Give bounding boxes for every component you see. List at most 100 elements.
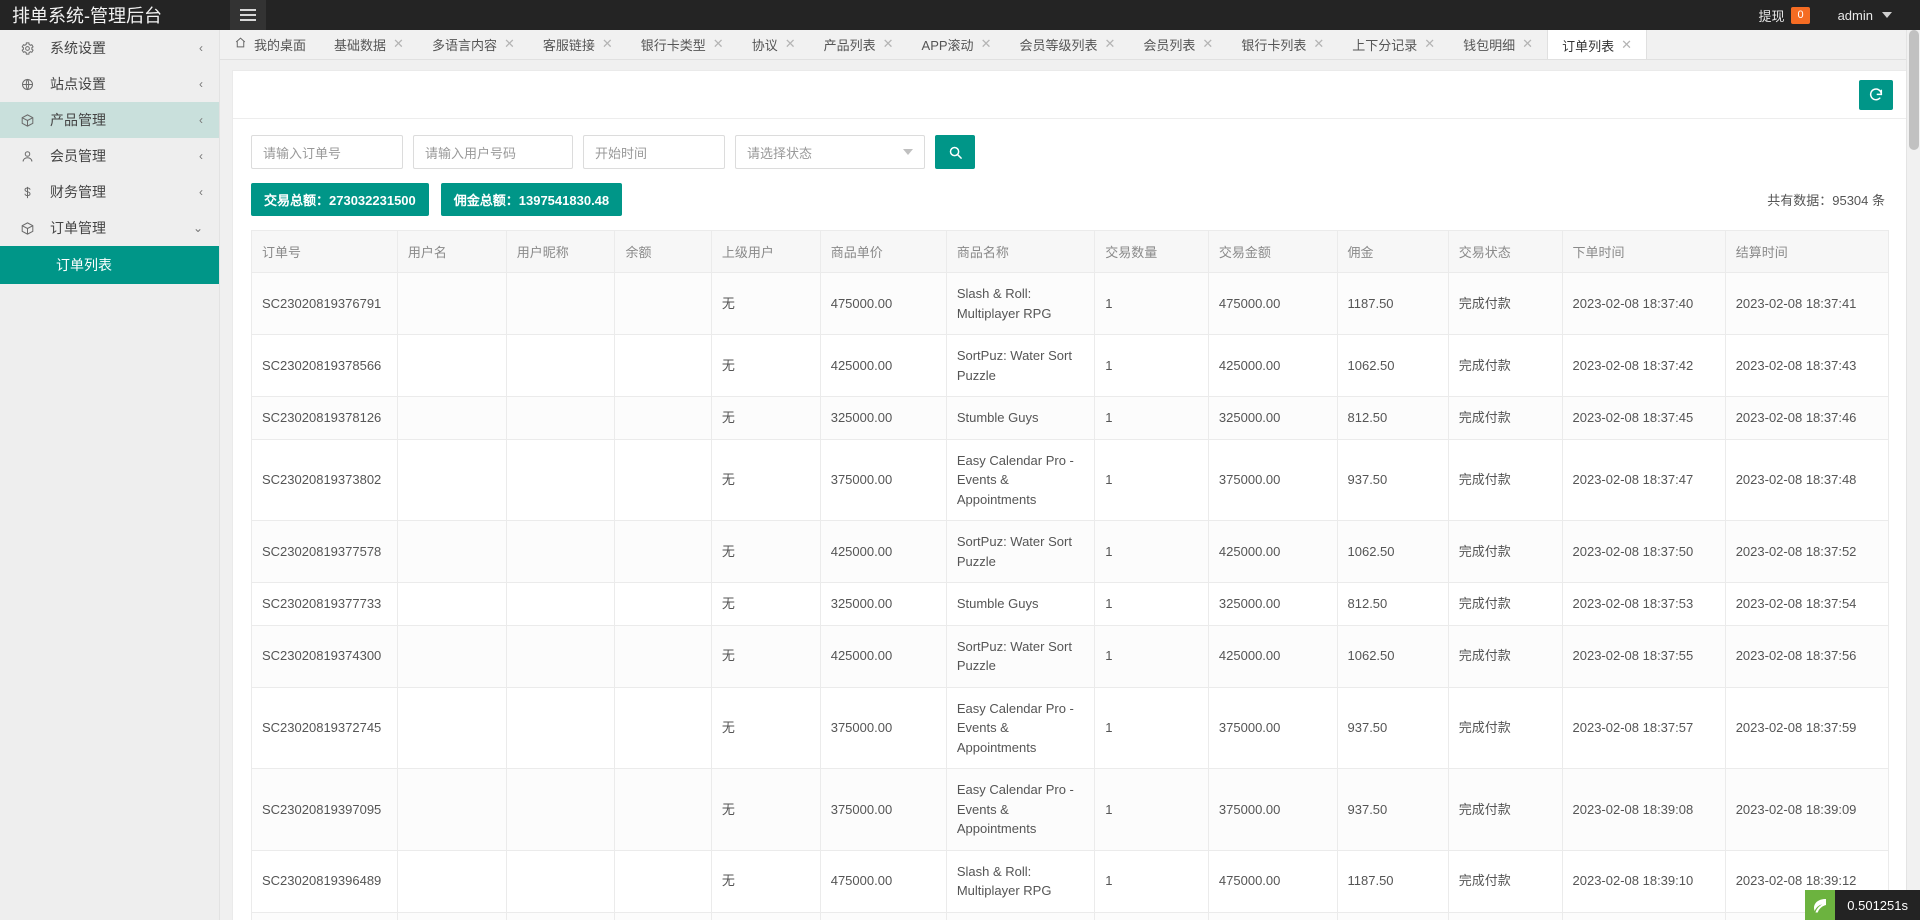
tab-11[interactable]: 上下分记录✕	[1338, 30, 1449, 59]
table-body: SC23020819376791无475000.00Slash & Roll: …	[252, 273, 1889, 920]
tab-2[interactable]: 多语言内容✕	[418, 30, 529, 59]
close-icon[interactable]: ✕	[785, 36, 796, 52]
sidebar-item-label: 财务管理	[42, 182, 199, 202]
sidebar-item-5[interactable]: 订单管理⌄	[0, 210, 219, 246]
cell-用户昵称	[506, 521, 615, 583]
hamburger-icon[interactable]	[230, 0, 266, 30]
table-row[interactable]: SC23020819396489无475000.00Slash & Roll: …	[252, 850, 1889, 912]
table-row[interactable]: SC23020819376791无475000.00Slash & Roll: …	[252, 273, 1889, 335]
close-icon[interactable]: ✕	[1522, 36, 1533, 52]
scrollbar-thumb[interactable]	[1909, 30, 1919, 150]
leaf-icon[interactable]	[1805, 890, 1835, 920]
tab-0[interactable]: 我的桌面	[220, 30, 320, 59]
tab-6[interactable]: 产品列表 ✕	[810, 30, 908, 59]
debug-time-label[interactable]: 0.501251s	[1835, 890, 1920, 920]
close-icon[interactable]: ✕	[504, 36, 515, 52]
tab-5[interactable]: 协议✕	[738, 30, 810, 59]
cell-交易数量: 1	[1095, 912, 1209, 920]
tab-10[interactable]: 银行卡列表✕	[1227, 30, 1338, 59]
tab-13[interactable]: 订单列表✕	[1547, 30, 1647, 60]
sidebar-item-label: 订单管理	[42, 218, 193, 238]
table-row[interactable]: SC23020819397095无375000.00Easy Calendar …	[252, 769, 1889, 851]
table-row[interactable]: SC23020819378126无325000.00Stumble Guys13…	[252, 397, 1889, 440]
close-icon[interactable]: ✕	[1202, 36, 1213, 52]
cell-用户名	[397, 439, 506, 521]
cell-交易金额: 475000.00	[1208, 273, 1337, 335]
cell-交易数量: 1	[1095, 850, 1209, 912]
withdraw-button[interactable]: 提现 0	[1744, 0, 1823, 30]
tab-label: 会员列表	[1143, 35, 1195, 54]
cell-商品单价: 425000.00	[820, 625, 946, 687]
sidebar-item-order-list[interactable]: 订单列表	[0, 246, 219, 284]
sidebar-item-0[interactable]: 系统设置‹	[0, 30, 219, 66]
cell-商品单价: 375000.00	[820, 769, 946, 851]
cell-用户名	[397, 769, 506, 851]
close-icon[interactable]: ✕	[1313, 36, 1324, 52]
cell-交易数量: 1	[1095, 439, 1209, 521]
cell-上级用户: 无	[711, 397, 820, 440]
tab-12[interactable]: 钱包明细✕	[1449, 30, 1547, 59]
user-menu[interactable]: admin	[1824, 0, 1906, 30]
close-icon[interactable]: ✕	[1104, 36, 1115, 52]
chevron-left-icon: ‹	[199, 149, 203, 163]
table-row[interactable]: SC23020819399342无375000.00Easy Calendar …	[252, 912, 1889, 920]
sidebar-item-1[interactable]: 站点设置‹	[0, 66, 219, 102]
cell-用户昵称	[506, 273, 615, 335]
cell-余额	[615, 521, 711, 583]
sidebar-item-label: 产品管理	[42, 110, 199, 130]
cell-用户昵称	[506, 397, 615, 440]
close-icon[interactable]: ✕	[602, 36, 613, 52]
cell-上级用户: 无	[711, 850, 820, 912]
cell-用户名	[397, 687, 506, 769]
column-header-6: 商品名称	[946, 231, 1094, 273]
search-icon[interactable]	[935, 135, 975, 169]
cell-下单时间: 2023-02-08 18:39:10	[1562, 850, 1725, 912]
cell-商品单价: 425000.00	[820, 521, 946, 583]
cell-结算时间: 2023-02-08 18:37:59	[1725, 687, 1888, 769]
cell-余额	[615, 335, 711, 397]
trade-total-badge: 交易总额：273032231500	[251, 183, 429, 216]
sidebar-item-2[interactable]: 产品管理‹	[0, 102, 219, 138]
close-icon[interactable]: ✕	[1621, 37, 1632, 53]
cell-订单号: SC23020819378126	[252, 397, 398, 440]
cell-佣金: 937.50	[1337, 439, 1448, 521]
cell-佣金: 1062.50	[1337, 521, 1448, 583]
cell-交易状态: 完成付款	[1448, 397, 1562, 440]
cell-商品单价: 425000.00	[820, 335, 946, 397]
table-row[interactable]: SC23020819374300无425000.00SortPuz: Water…	[252, 625, 1889, 687]
sidebar-item-4[interactable]: 财务管理‹	[0, 174, 219, 210]
stats-row: 交易总额：273032231500 佣金总额：1397541830.48 共有数…	[233, 169, 1907, 216]
close-icon[interactable]: ✕	[981, 36, 992, 52]
table-row[interactable]: SC23020819377733无325000.00Stumble Guys13…	[252, 583, 1889, 626]
table-row[interactable]: SC23020819377578无425000.00SortPuz: Water…	[252, 521, 1889, 583]
tab-label: 产品列表	[824, 35, 876, 54]
close-icon[interactable]: ✕	[883, 36, 894, 52]
status-select[interactable]: 请选择状态	[735, 135, 925, 169]
cell-结算时间: 2023-02-08 18:37:54	[1725, 583, 1888, 626]
cell-商品单价: 375000.00	[820, 439, 946, 521]
tab-1[interactable]: 基础数据 ✕	[320, 30, 418, 59]
user-no-input[interactable]: 请输入用户号码	[413, 135, 573, 169]
tab-9[interactable]: 会员列表 ✕	[1129, 30, 1227, 59]
tab-3[interactable]: 客服链接✕	[529, 30, 627, 59]
tab-label: 基础数据	[334, 35, 386, 54]
vertical-scrollbar[interactable]	[1906, 30, 1920, 920]
table-row[interactable]: SC23020819378566无425000.00SortPuz: Water…	[252, 335, 1889, 397]
refresh-icon[interactable]	[1859, 80, 1893, 110]
chevron-left-icon: ‹	[199, 113, 203, 127]
close-icon[interactable]: ✕	[393, 36, 404, 52]
cell-交易金额: 375000.00	[1208, 912, 1337, 920]
start-time-input[interactable]: 开始时间	[583, 135, 725, 169]
cell-用户昵称	[506, 335, 615, 397]
close-icon[interactable]: ✕	[1424, 36, 1435, 52]
cell-商品单价: 375000.00	[820, 687, 946, 769]
cell-订单号: SC23020819374300	[252, 625, 398, 687]
table-row[interactable]: SC23020819373802无375000.00Easy Calendar …	[252, 439, 1889, 521]
close-icon[interactable]: ✕	[713, 36, 724, 52]
tab-4[interactable]: 银行卡类型✕	[627, 30, 738, 59]
tab-7[interactable]: APP滚动✕	[908, 30, 1006, 59]
table-row[interactable]: SC23020819372745无375000.00Easy Calendar …	[252, 687, 1889, 769]
tab-8[interactable]: 会员等级列表✕	[1005, 30, 1129, 59]
sidebar-item-3[interactable]: 会员管理‹	[0, 138, 219, 174]
order-no-input[interactable]: 请输入订单号	[251, 135, 403, 169]
